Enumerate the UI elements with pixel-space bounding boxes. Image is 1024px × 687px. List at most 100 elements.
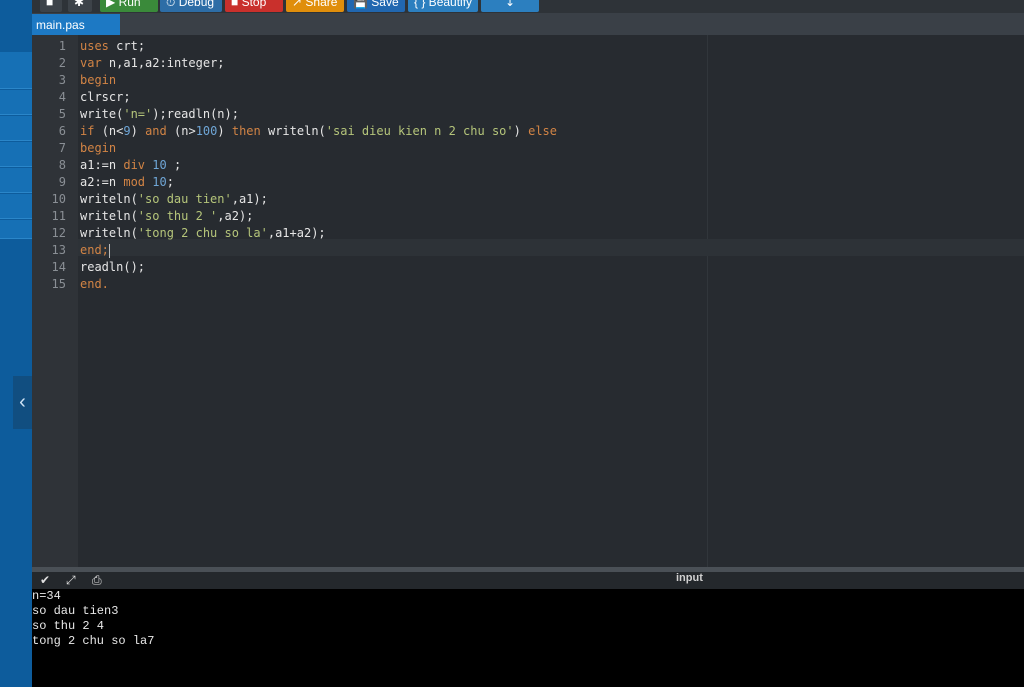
beautify-label: { } Beautify [414,0,473,9]
line-number: 4 [58,90,66,104]
tok: 'sai dieu kien n 2 chu so' [325,124,514,138]
settings-button[interactable]: ✱ [68,0,92,12]
line-number: 3 [58,73,66,87]
tok: ,a1); [231,192,268,206]
text-cursor [108,243,110,258]
tok: crt; [116,39,146,53]
menu-button[interactable]: ■ [40,0,62,12]
download-button[interactable]: ↧ [481,0,539,12]
sidebar-item[interactable] [0,116,32,141]
beautify-button[interactable]: { } Beautify [408,0,478,12]
line-number: 7 [58,141,66,155]
tab-bar: main.pas [32,13,1024,35]
line-number: 13 [51,243,66,257]
tok: div [123,158,146,172]
sidebar-item[interactable] [0,194,32,219]
tab-main-pas[interactable]: main.pas [32,14,120,35]
tok: writeln( [80,209,138,223]
tok: 10 [152,175,167,189]
clear-icon[interactable]: ⎙ [92,572,102,589]
console-line: so dau tien3 [32,604,119,618]
output-console[interactable]: n=34 so dau tien3 so thu 2 4 tong 2 chu … [32,589,1024,687]
code-line-12: writeln('tong 2 chu so la',a1+a2); [80,225,326,242]
tok: var [80,56,102,70]
tok: and [145,124,167,138]
tok: writeln( [80,192,138,206]
tok: end; [80,243,109,257]
stop-label: Stop [241,0,267,9]
line-number: 1 [58,39,66,53]
debug-button[interactable]: ⏱ Debug [160,0,222,12]
console-line: so thu 2 4 [32,619,105,633]
collapse-sidebar-button[interactable]: ‹ [13,376,32,429]
tok: end. [80,277,109,291]
tok: clrscr; [80,90,131,104]
code-line-8: a1:=n div 10 ; [80,157,181,174]
line-number: 10 [51,192,66,206]
code-line-13: end; [80,242,110,259]
toolbar: ■ ✱ ▶ Run ⏱ Debug ■ Stop ↗ Share 💾 Save … [32,0,1024,13]
save-icon: 💾 [353,0,368,9]
debug-label: Debug [178,0,215,9]
line-number: 5 [58,107,66,121]
tok: ) [130,124,138,138]
tok: ,a2); [217,209,254,223]
sidebar-item[interactable] [0,142,32,167]
line-number-gutter: 1 2 3 4 5 6 7 8 9 10 11 12 13 14 15 [32,35,78,567]
gear-icon: ✱ [74,0,85,9]
code-editor[interactable]: 1 2 3 4 5 6 7 8 9 10 11 12 13 14 15 uses… [32,35,1024,567]
tok: n,a1,a2:integer; [108,56,225,70]
tok: 'n=' [123,107,153,121]
share-button[interactable]: ↗ Share [286,0,344,12]
code-line-7: begin [80,140,116,157]
stop-button[interactable]: ■ Stop [225,0,283,12]
tok: readln(); [80,260,146,274]
tok: 9 [123,124,131,138]
code-line-4: clrscr; [80,89,131,106]
line-number: 11 [51,209,66,223]
input-label: input [676,572,703,584]
code-line-1: uses crt; [80,38,145,55]
tok: if [80,124,95,138]
download-icon: ↧ [504,0,516,9]
code-line-10: writeln('so dau tien',a1); [80,191,268,208]
code-line-14: readln(); [80,259,145,276]
tok: ,a1+a2); [267,226,326,240]
left-sidebar: ‹ [0,0,32,687]
console-line: tong 2 chu so la7 [32,634,155,648]
line-number: 2 [58,56,66,70]
play-icon: ▶ [106,0,116,9]
share-label: Share [305,0,338,9]
expand-icon[interactable]: ⤢ [66,572,76,589]
tok: ) [217,124,225,138]
code-line-11: writeln('so thu 2 ',a2); [80,208,253,225]
tok: begin [80,73,117,87]
save-button[interactable]: 💾 Save [347,0,405,12]
run-label: Run [118,0,141,9]
line-number: 15 [51,277,66,291]
chevron-down-icon[interactable]: ✔ [40,572,50,589]
tok: 'so thu 2 ' [137,209,218,223]
tok: ; [173,158,182,172]
tok: begin [80,141,117,155]
run-button[interactable]: ▶ Run [100,0,158,12]
sidebar-item[interactable] [0,220,32,239]
sidebar-item[interactable] [0,52,32,89]
tok: a2:=n [80,175,117,189]
sidebar-item[interactable] [0,168,32,193]
tok: writeln( [80,226,138,240]
sidebar-item[interactable] [0,90,32,115]
tok: 100 [195,124,218,138]
tok: writeln( [267,124,326,138]
tok: then [231,124,261,138]
code-line-2: var n,a1,a2:integer; [80,55,225,72]
line-number: 9 [58,175,66,189]
tok: ; [166,175,174,189]
line-number: 8 [58,158,66,172]
tok: a1:=n [80,158,117,172]
chevron-left-icon: ‹ [19,391,26,413]
code-line-5: write('n=');readln(n); [80,106,239,123]
tok: else [528,124,557,138]
menu-icon: ■ [46,0,54,9]
tok: 'so dau tien' [137,192,232,206]
